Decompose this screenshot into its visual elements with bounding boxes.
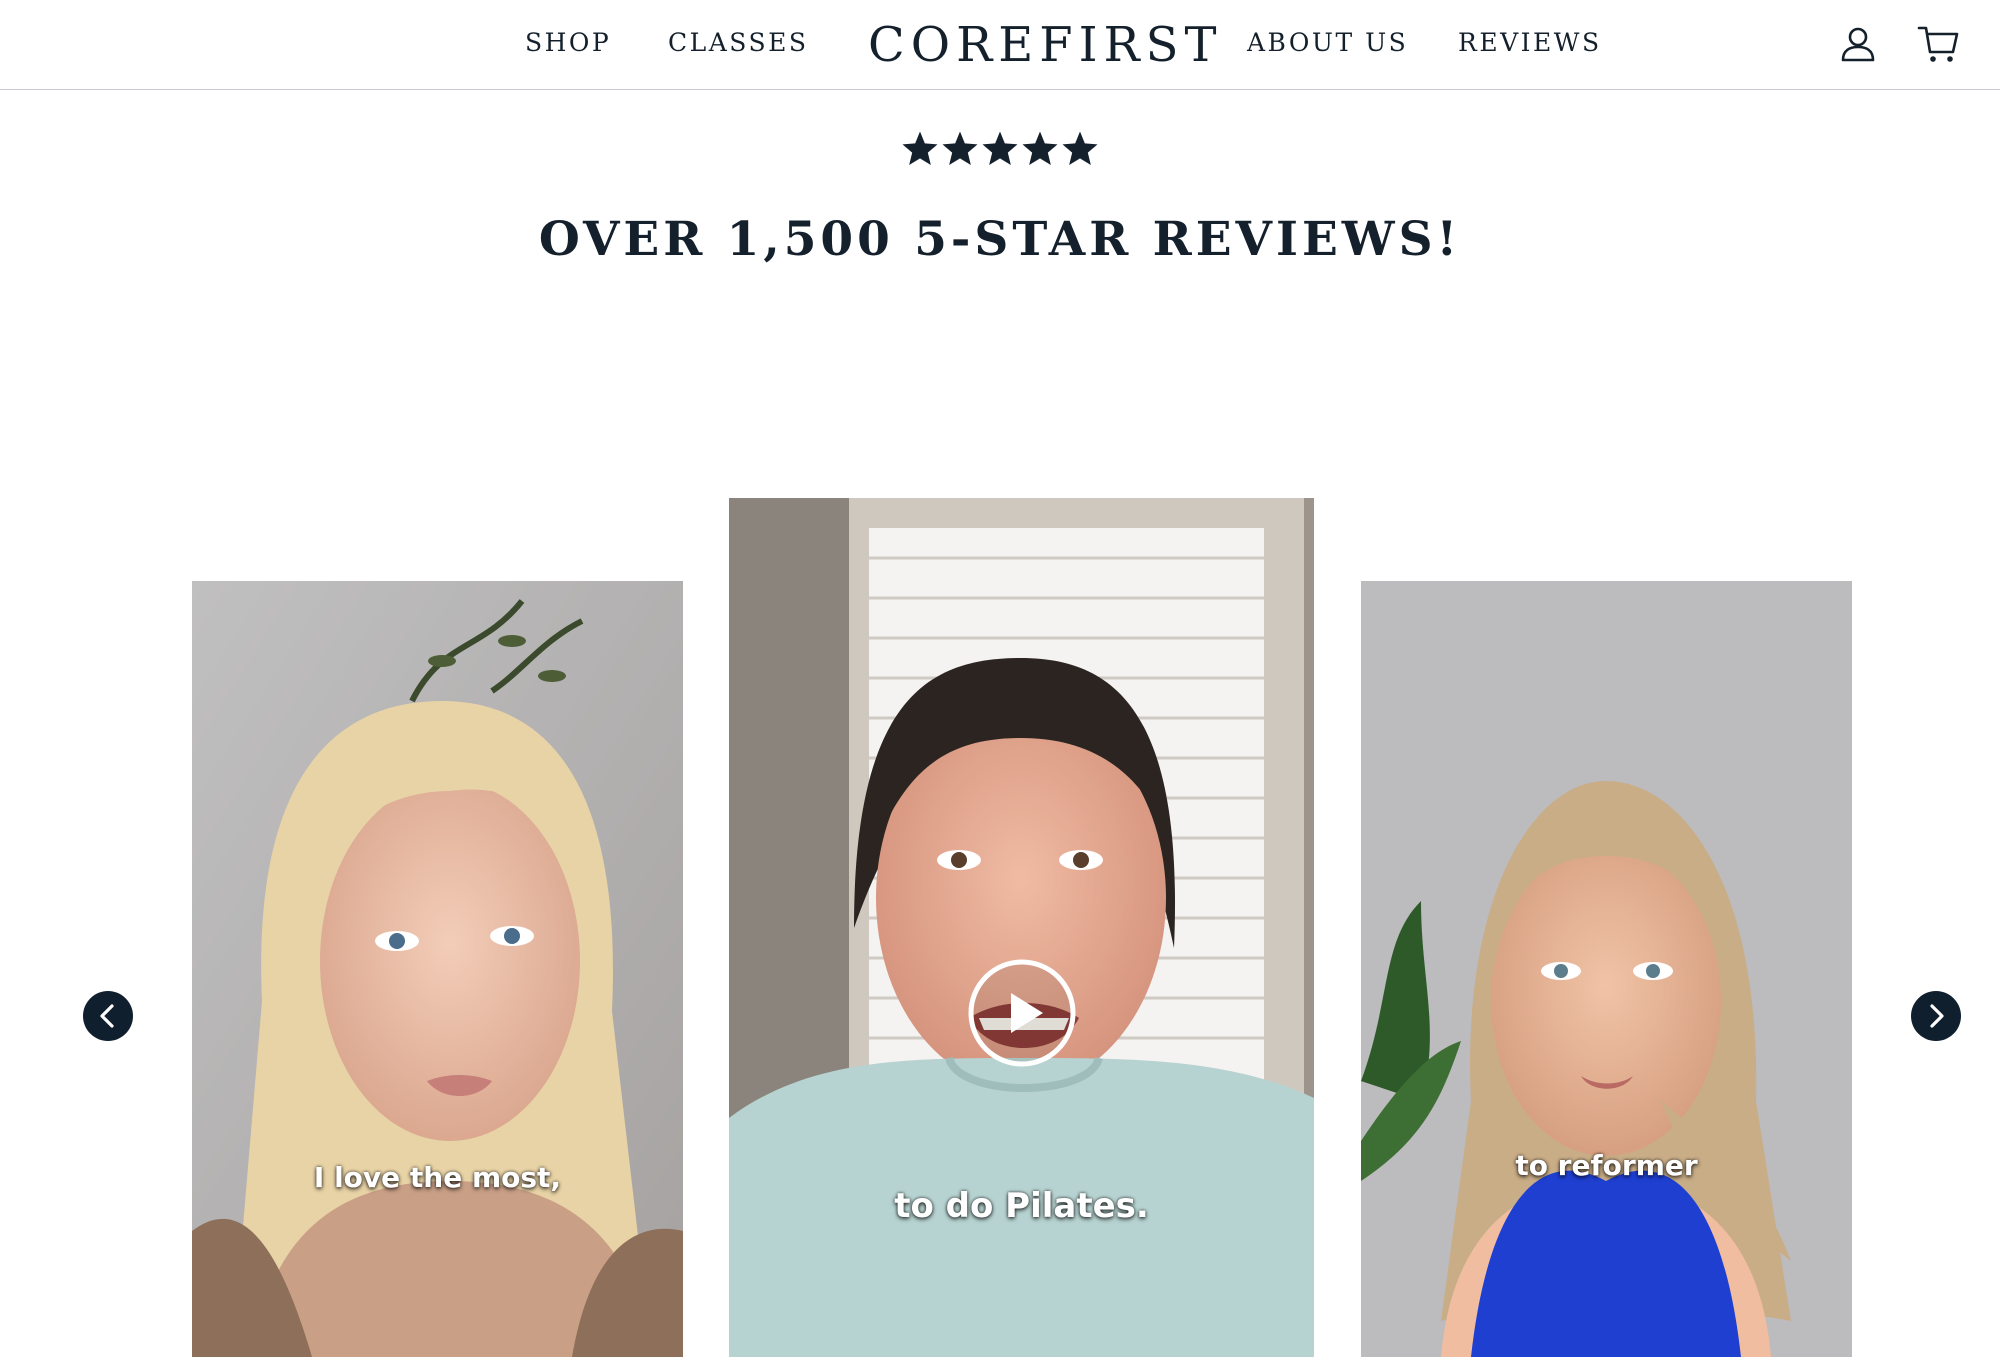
play-icon bbox=[968, 959, 1076, 1067]
video-caption: to do Pilates. bbox=[894, 1186, 1149, 1226]
site-header: SHOP CLASSES COREFIRST ABOUT US REVIEWS bbox=[0, 0, 2000, 90]
video-caption: I love the most, bbox=[313, 1161, 562, 1194]
nav-link-reviews[interactable]: REVIEWS bbox=[1458, 26, 1602, 60]
reviews-heading: OVER 1,500 5-STAR REVIEWS! bbox=[538, 212, 1462, 267]
video-caption: to reformer bbox=[1515, 1149, 1698, 1182]
nav-link-classes[interactable]: CLASSES bbox=[668, 26, 808, 60]
star-icon bbox=[1062, 131, 1098, 165]
nav-link-shop[interactable]: SHOP bbox=[525, 26, 611, 60]
nav-link-about-us[interactable]: ABOUT US bbox=[1247, 26, 1408, 60]
carousel-prev-button[interactable] bbox=[83, 991, 133, 1041]
chevron-left-icon bbox=[100, 1004, 114, 1028]
star-icon bbox=[942, 131, 978, 165]
star-icon bbox=[1022, 131, 1058, 165]
brand-logo[interactable]: COREFIRST bbox=[868, 14, 1223, 76]
play-button[interactable] bbox=[967, 958, 1077, 1068]
video-card[interactable]: to do Pilates. bbox=[729, 498, 1314, 1357]
carousel-next-button[interactable] bbox=[1911, 991, 1961, 1041]
video-card[interactable]: I love the most, bbox=[192, 581, 683, 1357]
video-thumbnail bbox=[192, 581, 683, 1357]
video-thumbnail bbox=[1361, 581, 1852, 1357]
chevron-right-icon bbox=[1930, 1004, 1944, 1028]
cart-icon[interactable] bbox=[1916, 22, 1960, 66]
video-thumbnail bbox=[729, 498, 1314, 1357]
star-icon bbox=[982, 131, 1018, 165]
video-card[interactable]: to reformer bbox=[1361, 581, 1852, 1357]
account-icon[interactable] bbox=[1836, 22, 1880, 66]
star-rating bbox=[900, 127, 1100, 181]
star-icon bbox=[902, 131, 938, 165]
